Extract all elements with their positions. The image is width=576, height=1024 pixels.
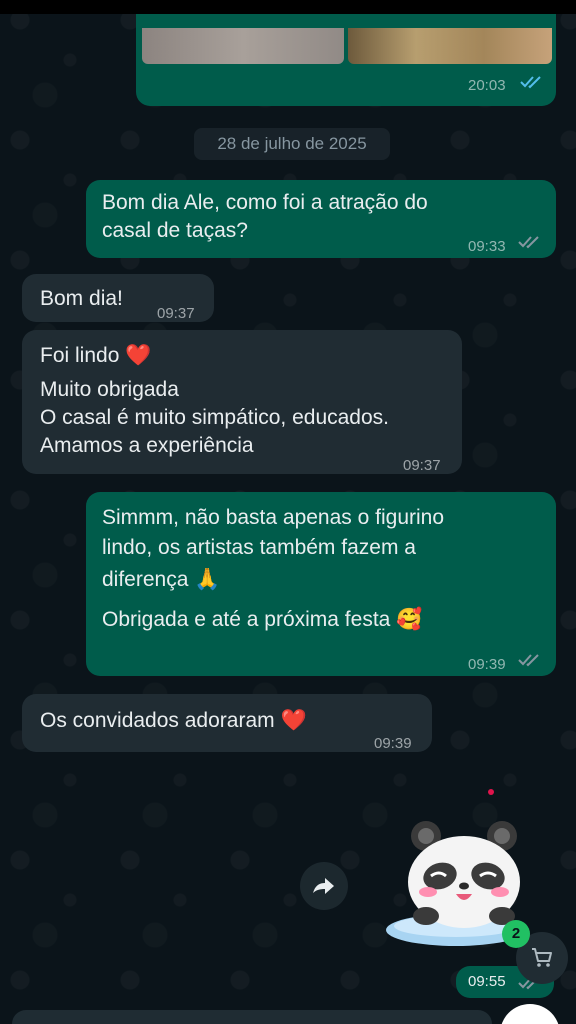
cart-badge: 2 [502, 920, 530, 948]
message-time: 09:39 [374, 735, 412, 752]
incoming-message-bubble[interactable]: Os convidados adoraram ❤️ 09:39 [22, 694, 432, 752]
image-thumbnail[interactable] [348, 28, 552, 64]
message-text-line: Obrigada e até a próxima festa 🥰 [102, 608, 423, 631]
incoming-message-bubble[interactable]: Bom dia! 09:37 [22, 274, 214, 322]
image-message-bubble[interactable]: 20:03 [136, 14, 556, 106]
message-text-line: diferença 🙏 [102, 568, 221, 591]
message-time: 09:37 [157, 305, 195, 322]
message-text-line: Bom dia Ale, como foi a atração do [102, 191, 428, 214]
image-thumbnail[interactable] [142, 28, 344, 64]
outgoing-message-bubble[interactable]: Simmm, não basta apenas o figurino lindo… [86, 492, 556, 676]
double-check-icon [518, 654, 539, 667]
message-time: 09:33 [468, 238, 506, 255]
forward-button[interactable] [300, 862, 348, 910]
message-time: 09:39 [468, 656, 506, 673]
message-text-line: Simmm, não basta apenas o figurino [102, 506, 445, 529]
message-time: 09:37 [403, 457, 441, 474]
date-separator: 28 de julho de 2025 [194, 128, 390, 160]
message-text-line: lindo, os artistas também fazem a [102, 536, 416, 559]
message-time: 20:03 [468, 77, 506, 94]
double-check-read-icon [520, 76, 541, 89]
forward-icon [313, 878, 334, 894]
outgoing-message-bubble[interactable]: Bom dia Ale, como foi a atração do casal… [86, 180, 556, 258]
message-text-line: O casal é muito simpático, educados. [40, 406, 390, 429]
status-bar [0, 0, 576, 14]
double-check-icon [518, 236, 539, 249]
message-text-line: Foi lindo ❤️ [40, 344, 152, 367]
message-text-line: Amamos a experiência [40, 434, 254, 457]
message-text-line: Muito obrigada [40, 378, 179, 401]
message-time: 09:55 [468, 973, 506, 990]
message-text-line: casal de taças? [102, 219, 248, 242]
cart-icon [532, 948, 552, 967]
incoming-message-bubble[interactable]: Foi lindo ❤️ Muito obrigada O casal é mu… [22, 330, 462, 474]
message-text-line: Os convidados adoraram ❤️ [40, 709, 307, 732]
message-text-line: Bom dia! [40, 287, 123, 310]
message-input-bar[interactable] [12, 1010, 492, 1024]
